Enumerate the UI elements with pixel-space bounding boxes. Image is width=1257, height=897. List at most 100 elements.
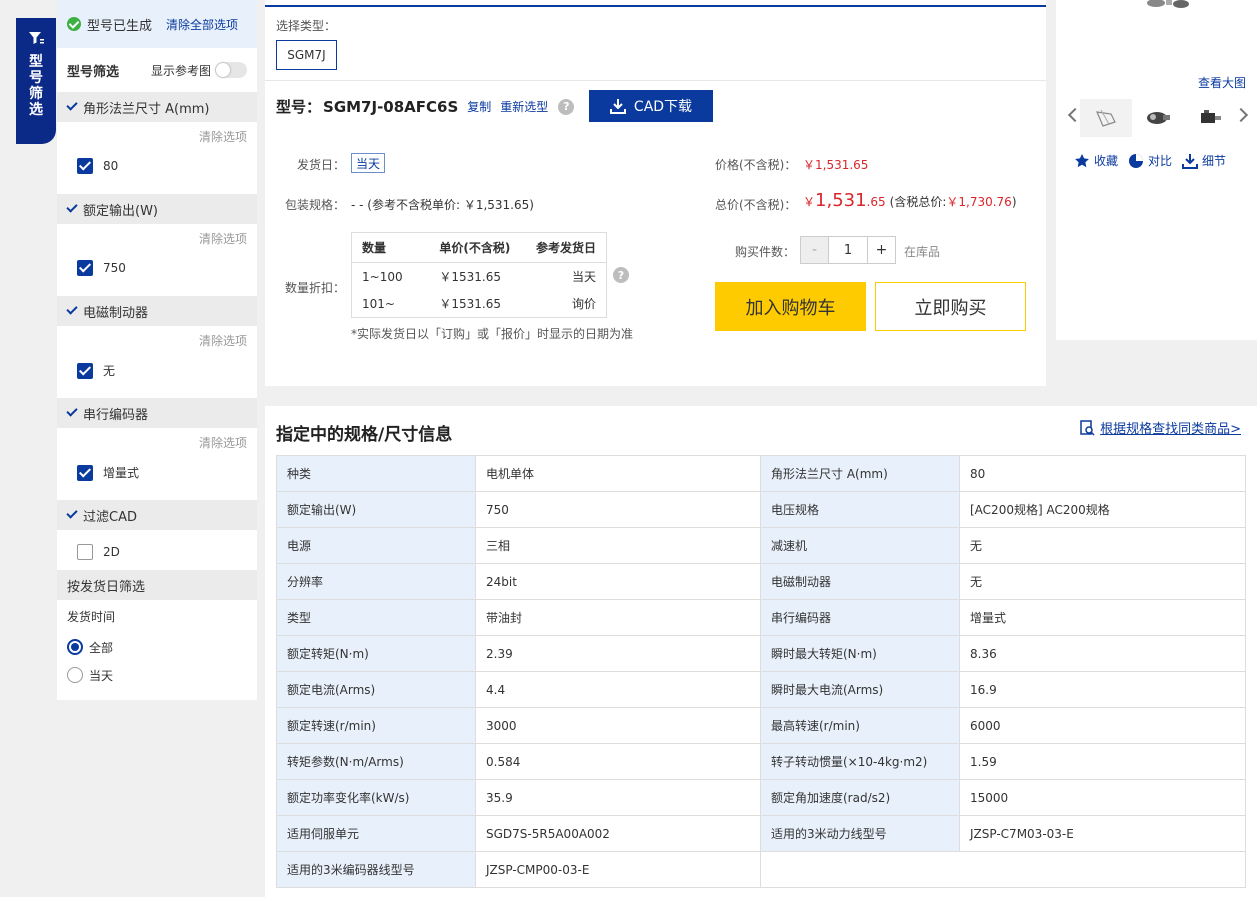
product-image-large[interactable] bbox=[1136, 0, 1206, 10]
clear-option-link[interactable]: 清除选项 bbox=[199, 128, 247, 145]
type-option-button[interactable]: SGM7J bbox=[276, 40, 337, 70]
compare-button[interactable]: 对比 bbox=[1128, 152, 1172, 169]
motor-drawing-icon bbox=[1096, 109, 1116, 127]
help-icon[interactable]: ? bbox=[613, 267, 629, 283]
thumbnail-2[interactable] bbox=[1132, 99, 1184, 137]
filter-group-brake[interactable]: 电磁制动器 bbox=[57, 296, 257, 326]
filter-body: 清除选项 增量式 bbox=[57, 428, 257, 500]
spec-value: JZSP-CMP00-03-E bbox=[475, 851, 761, 888]
select-type-label: 选择类型： bbox=[276, 19, 337, 33]
detail-button[interactable]: 细节 bbox=[1182, 152, 1226, 169]
option-label: 无 bbox=[103, 364, 116, 378]
product-card: 选择类型： SGM7J 型号： SGM7J-08AFC6S 复制 重新选型 ? … bbox=[265, 0, 1046, 386]
model-number: SGM7J-08AFC6S bbox=[323, 97, 459, 116]
detail-label: 细节 bbox=[1202, 154, 1227, 168]
clear-option-link[interactable]: 清除选项 bbox=[199, 332, 247, 349]
ship-note: *实际发货日以「订购」或「报价」时显示的日期为准 bbox=[351, 327, 634, 341]
cad-download-button[interactable]: CAD下载 bbox=[589, 90, 713, 122]
checkbox[interactable] bbox=[77, 464, 93, 481]
checkbox[interactable] bbox=[77, 260, 93, 276]
filter-option[interactable]: 增量式 bbox=[77, 464, 139, 481]
add-to-cart-button[interactable]: 加入购物车 bbox=[715, 282, 866, 331]
filter-group-output[interactable]: 额定输出(W) bbox=[57, 194, 257, 224]
spec-value: 4.4 bbox=[475, 671, 761, 708]
quantity-label: 购买件数： bbox=[735, 245, 796, 259]
filter-option[interactable]: 无 bbox=[77, 362, 115, 379]
chevron-right-icon[interactable] bbox=[1233, 107, 1249, 123]
total-price: ￥ 1,531 .65 (含税总价: ￥1,730.76 ) bbox=[803, 190, 1017, 211]
check-circle-icon bbox=[67, 17, 81, 31]
ship-option-today[interactable]: 当天 bbox=[67, 661, 247, 689]
spec-value: 6000 bbox=[959, 707, 1246, 744]
radio-button[interactable] bbox=[67, 667, 83, 683]
pack-value: - - (参考不含税单价: ￥1,531.65) bbox=[351, 198, 534, 212]
checkbox[interactable] bbox=[77, 362, 93, 379]
help-icon[interactable]: ? bbox=[558, 98, 575, 115]
table-cell: 询价 bbox=[572, 297, 597, 311]
quantity-input[interactable]: 1 bbox=[829, 237, 867, 263]
ship-option-all[interactable]: 全部 bbox=[67, 633, 247, 661]
cad-button-label: CAD下载 bbox=[633, 99, 693, 115]
quantity-stepper: - 1 + bbox=[800, 236, 896, 264]
filter-sidebar: 型号已生成 清除全部选项 型号筛选 显示参考图 角形法兰尺寸 A(mm) 清除选… bbox=[57, 0, 257, 700]
favorite-button[interactable]: 收藏 bbox=[1074, 152, 1118, 169]
table-row: 适用伺服单元 SGD7S-5R5A00A002 适用的3米动力线型号 JZSP-C7M… bbox=[276, 815, 1246, 852]
spec-value: 三相 bbox=[475, 527, 761, 564]
spec-key: 减速机 bbox=[760, 527, 960, 564]
radio-button[interactable] bbox=[67, 639, 83, 655]
spec-key: 瞬时最大电流(Arms) bbox=[760, 671, 960, 708]
clear-option-link[interactable]: 清除选项 bbox=[199, 230, 247, 247]
filter-option[interactable]: 2D bbox=[77, 544, 120, 560]
table-row: 额定转速(r/min) 3000 最高转速(r/min) 6000 bbox=[276, 707, 1246, 744]
clear-option-link[interactable]: 清除选项 bbox=[199, 434, 247, 451]
table-row: 额定电流(Arms) 4.4 瞬时最大电流(Arms) 16.9 bbox=[276, 671, 1246, 708]
filter-group-flange[interactable]: 角形法兰尺寸 A(mm) bbox=[57, 92, 257, 122]
model-row: 型号： SGM7J-08AFC6S 复制 重新选型 ? bbox=[276, 96, 575, 117]
option-label: 2D bbox=[103, 545, 120, 559]
specs-table: 种类 电机单体 角形法兰尺寸 A(mm) 80 额定输出(W) 750 电压规格 [AC200… bbox=[276, 455, 1246, 888]
filter-group-title: 串行编码器 bbox=[83, 407, 149, 423]
increment-button[interactable]: + bbox=[867, 237, 895, 263]
thumbnail-3[interactable] bbox=[1184, 99, 1236, 137]
thumbnail-1[interactable] bbox=[1080, 99, 1132, 137]
column-header: 参考发货日 bbox=[536, 241, 597, 255]
buy-now-button[interactable]: 立即购买 bbox=[875, 282, 1026, 331]
spec-value: 无 bbox=[959, 563, 1246, 600]
filter-group-encoder[interactable]: 串行编码器 bbox=[57, 398, 257, 428]
filter-title: 型号筛选 bbox=[67, 64, 120, 80]
decrement-button[interactable]: - bbox=[801, 237, 829, 263]
filter-option[interactable]: 750 bbox=[77, 260, 126, 276]
filter-side-tab[interactable]: 型号筛选 bbox=[16, 18, 56, 144]
copy-link[interactable]: 复制 bbox=[467, 98, 491, 115]
checkbox[interactable] bbox=[77, 158, 93, 174]
filter-option[interactable]: 80 bbox=[77, 158, 118, 174]
spec-value: 15000 bbox=[959, 779, 1246, 816]
spec-value: 0.584 bbox=[475, 743, 761, 780]
clear-all-link[interactable]: 清除全部选项 bbox=[166, 16, 238, 33]
reselect-link[interactable]: 重新选型 bbox=[500, 98, 548, 115]
check-icon bbox=[66, 201, 78, 213]
filter-icon bbox=[29, 32, 44, 44]
column-header: 单价(不含税) bbox=[439, 241, 511, 255]
table-header: 数量 单价(不含税) 参考发货日 bbox=[352, 233, 606, 263]
option-label: 750 bbox=[103, 261, 126, 275]
check-icon bbox=[66, 303, 78, 315]
show-ref-toggle[interactable] bbox=[215, 62, 247, 78]
table-row: 额定输出(W) 750 电压规格 [AC200规格] AC200规格 bbox=[276, 491, 1246, 528]
download-icon bbox=[609, 99, 626, 114]
total-tax-value: ￥1,730.76 bbox=[946, 195, 1012, 209]
spec-value: 无 bbox=[959, 527, 1246, 564]
product-gallery: 查看大图 收藏 对比 细节 bbox=[1056, 0, 1257, 340]
spec-key: 类型 bbox=[276, 599, 476, 636]
table-cell: 当天 bbox=[572, 270, 597, 284]
find-similar-link[interactable]: 根据规格查找同类商品> bbox=[1079, 418, 1241, 437]
spec-key: 种类 bbox=[276, 455, 476, 492]
checkbox[interactable] bbox=[77, 544, 93, 560]
specs-title: 指定中的规格/尺寸信息 bbox=[276, 425, 453, 445]
spec-key: 分辨率 bbox=[276, 563, 476, 600]
table-row: 转矩参数(N·m/Arms) 0.584 转子转动惯量(×10-4kg·m2) 1.5… bbox=[276, 743, 1246, 780]
filter-group-cad[interactable]: 过滤CAD bbox=[57, 500, 257, 530]
view-large-link[interactable]: 查看大图 bbox=[1198, 74, 1246, 91]
total-tax-prefix: (含税总价: bbox=[889, 195, 947, 209]
radio-label: 当天 bbox=[89, 668, 114, 683]
